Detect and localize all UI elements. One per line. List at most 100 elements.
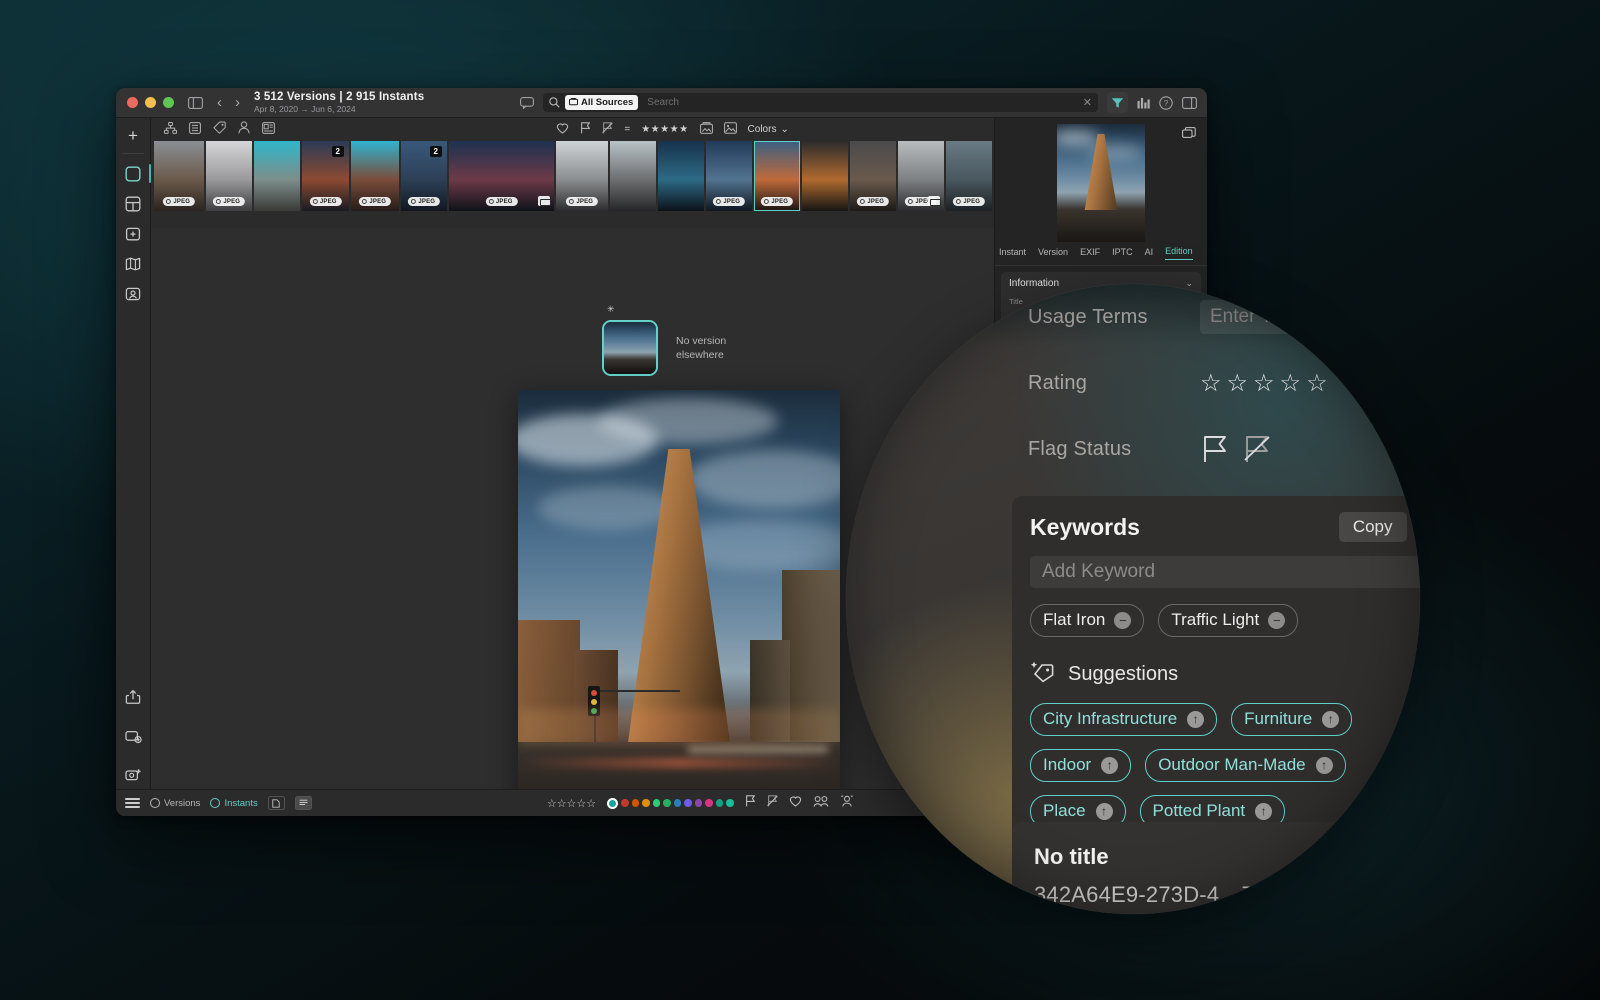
comment-icon[interactable] xyxy=(520,96,534,109)
bottom-heart-icon[interactable] xyxy=(789,794,802,812)
sidebar-toggle-icon[interactable] xyxy=(188,96,203,109)
thumbnail-6[interactable]: JPEG xyxy=(449,141,554,211)
toggle-instants[interactable]: Instants xyxy=(210,798,258,809)
thumbnail-5[interactable]: 2 JPEG xyxy=(401,141,447,211)
thumbnail-12[interactable] xyxy=(802,141,848,211)
window-controls[interactable] xyxy=(116,97,174,108)
color-swatch-2[interactable] xyxy=(642,799,650,807)
tab-edition[interactable]: Edition xyxy=(1165,246,1193,260)
thumbnail-0[interactable]: JPEG xyxy=(154,141,204,211)
duplicate-icon[interactable] xyxy=(1182,127,1196,145)
thumbnail-7[interactable]: JPEG xyxy=(556,141,608,211)
sidebar-item-people[interactable] xyxy=(116,280,151,307)
rating-equals[interactable]: = xyxy=(624,124,630,135)
thumbnail-3[interactable]: 2 JPEG xyxy=(302,141,349,211)
color-swatch-10[interactable] xyxy=(726,799,734,807)
thumbnail-8[interactable] xyxy=(610,141,656,211)
keyword-chip[interactable]: Traffic Light − xyxy=(1158,604,1299,637)
tab-version[interactable]: Version xyxy=(1038,247,1068,260)
heart-icon[interactable] xyxy=(556,121,569,139)
right-panel-icon[interactable] xyxy=(1182,96,1197,109)
paste-button[interactable]: Paste xyxy=(1416,512,1420,542)
version-thumbnail[interactable] xyxy=(602,320,658,376)
new-album-button[interactable] xyxy=(116,761,151,788)
suggestion-chip[interactable]: Furniture ↑ xyxy=(1231,703,1353,736)
thumbnail-11[interactable]: JPEG xyxy=(754,141,800,211)
copy-button[interactable]: Copy xyxy=(1338,512,1407,542)
import-photos-button[interactable] xyxy=(116,722,151,749)
histogram-icon[interactable] xyxy=(1137,97,1150,109)
rating-stars-control[interactable]: ☆ ☆ ☆ ☆ ☆ xyxy=(1200,369,1328,398)
image-icon[interactable] xyxy=(723,121,737,139)
star-5[interactable]: ☆ xyxy=(1306,369,1328,398)
inspector-tabs[interactable]: Instant Version EXIF IPTC AI Edition xyxy=(995,243,1207,266)
add-button[interactable]: + xyxy=(121,125,146,147)
navigation-arrows[interactable]: ‹ › xyxy=(217,94,240,111)
main-photo[interactable] xyxy=(518,390,840,816)
sidebar-item-map[interactable] xyxy=(116,250,151,277)
clear-search-icon[interactable]: ✕ xyxy=(1083,96,1092,109)
hamburger-icon[interactable] xyxy=(125,798,140,808)
bottom-unflag-icon[interactable] xyxy=(766,794,778,812)
color-swatch-3[interactable] xyxy=(652,799,661,807)
usage-terms-input[interactable]: Enter Your Text xyxy=(1200,300,1420,334)
thumbnail-9[interactable] xyxy=(658,141,704,211)
color-swatches[interactable] xyxy=(607,797,734,809)
remove-keyword-icon[interactable]: − xyxy=(1268,611,1286,629)
color-swatch-5[interactable] xyxy=(673,799,682,807)
add-suggestion-icon[interactable]: ↑ xyxy=(1315,756,1333,774)
star-2[interactable]: ☆ xyxy=(1227,369,1249,398)
thumbnail-15[interactable]: JPEG xyxy=(946,141,992,211)
flag-status-control[interactable] xyxy=(1200,434,1272,464)
album-icon[interactable] xyxy=(699,121,713,139)
color-swatch-4[interactable] xyxy=(663,799,671,807)
thumbnail-14[interactable]: JPEG xyxy=(898,141,944,211)
filter-icon[interactable] xyxy=(1107,92,1128,113)
close-button[interactable] xyxy=(127,97,138,108)
color-swatch-1[interactable] xyxy=(631,799,640,807)
forward-button[interactable]: › xyxy=(235,94,240,111)
tab-instant[interactable]: Instant xyxy=(999,247,1026,260)
color-swatch-9[interactable] xyxy=(715,799,724,807)
add-suggestion-icon[interactable]: ↑ xyxy=(1095,802,1113,820)
color-swatch-7[interactable] xyxy=(694,799,703,807)
metadata-view-button[interactable] xyxy=(294,796,312,810)
faces-icon[interactable] xyxy=(813,794,829,812)
thumbnail-1[interactable]: JPEG xyxy=(206,141,252,211)
remove-keyword-icon[interactable]: − xyxy=(1114,611,1132,629)
star-1[interactable]: ☆ xyxy=(1200,369,1222,398)
add-suggestion-icon[interactable]: ↑ xyxy=(1101,756,1119,774)
sidebar-item-projects[interactable] xyxy=(116,220,151,247)
toggle-versions[interactable]: Versions xyxy=(150,798,200,809)
add-suggestion-icon[interactable]: ↑ xyxy=(1255,802,1273,820)
unflag-icon[interactable] xyxy=(602,121,614,139)
preview-thumbnail[interactable] xyxy=(1057,124,1145,242)
contact-sheet-icon[interactable] xyxy=(262,121,275,139)
maximize-button[interactable] xyxy=(163,97,174,108)
sidebar-item-library[interactable] xyxy=(116,160,151,187)
color-swatch-0[interactable] xyxy=(621,799,629,807)
colors-dropdown[interactable]: Colors ⌄ xyxy=(748,124,789,135)
suggestion-chip[interactable]: City Infrastructure ↑ xyxy=(1030,703,1218,736)
bottom-flag-icon[interactable] xyxy=(745,794,756,812)
thumbnail-10[interactable]: JPEG xyxy=(706,141,752,211)
share-button[interactable] xyxy=(116,683,151,710)
info-view-button[interactable] xyxy=(267,796,285,810)
add-suggestion-icon[interactable]: ↑ xyxy=(1322,710,1340,728)
back-button[interactable]: ‹ xyxy=(217,94,222,111)
tab-exif[interactable]: EXIF xyxy=(1080,247,1100,260)
all-sources-chip[interactable]: All Sources xyxy=(565,95,639,110)
photo-rating-stars[interactable]: ☆☆☆☆☆ xyxy=(547,797,596,810)
minimize-button[interactable] xyxy=(145,97,156,108)
current-color-swatch[interactable] xyxy=(607,797,619,809)
thumbnail-2[interactable] xyxy=(254,141,300,211)
flag-icon[interactable] xyxy=(580,121,591,139)
rating-stars[interactable]: ★★★★★ xyxy=(641,124,688,135)
color-swatch-8[interactable] xyxy=(705,799,713,807)
tab-ai[interactable]: AI xyxy=(1145,247,1154,260)
thumbnail-13[interactable]: JPEG xyxy=(850,141,896,211)
add-keyword-input[interactable]: Add Keyword + xyxy=(1030,556,1420,588)
person-icon[interactable] xyxy=(238,120,250,139)
list-icon[interactable] xyxy=(189,121,201,139)
tab-iptc[interactable]: IPTC xyxy=(1112,247,1133,260)
